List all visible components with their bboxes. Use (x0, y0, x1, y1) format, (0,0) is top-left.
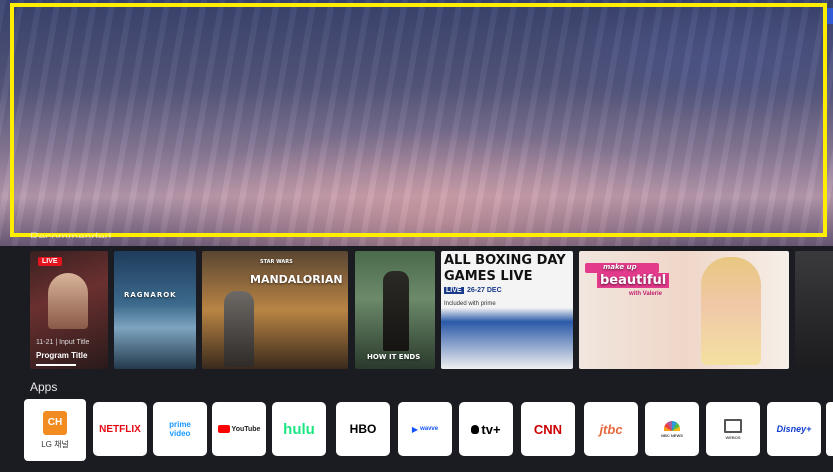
app-tile-nbc-news[interactable]: NBC NEWS (645, 402, 699, 456)
web-browser-icon: WEBOS (725, 434, 741, 440)
character-figure (224, 291, 254, 367)
app-tile-wavve[interactable]: ▶ wavve (398, 402, 452, 456)
poster-title: MANDALORIAN (250, 273, 343, 286)
app-tile-partial[interactable] (826, 402, 833, 456)
hulu-icon: hulu (283, 420, 315, 438)
cnn-icon: CNN (533, 421, 563, 437)
poster-title: RAGNAROK (124, 291, 177, 299)
character-figure (383, 271, 409, 351)
app-tile-lg-channels[interactable]: CH LG 채널 (24, 399, 86, 461)
poster-subtitle: make up (603, 263, 637, 271)
app-tile-prime-video[interactable]: prime video (153, 402, 207, 456)
focus-highlight-frame (10, 3, 827, 237)
app-logo-text: CH (47, 417, 63, 428)
jtbc-icon: jtbc (599, 421, 623, 437)
recommended-row: LIVE 11-21 | Input Title Program Title R… (0, 248, 833, 373)
poster-title: HOW IT ENDS (367, 353, 421, 361)
recommended-label: Recommended (30, 230, 112, 238)
poster-title-line-1: ALL BOXING DAY (444, 253, 566, 268)
youtube-play-icon (217, 425, 230, 433)
app-tile-cnn[interactable]: CNN (521, 402, 575, 456)
match-dates: 26-27 DEC (467, 287, 502, 294)
app-name: LG 채널 (41, 439, 69, 449)
poster-card-mandalorian[interactable]: STAR WARS MANDALORIAN (202, 251, 348, 369)
wavve-icon: wavve (420, 426, 439, 432)
host-line: with Valerie (629, 291, 663, 297)
wavve-play-icon: ▶ (411, 424, 419, 434)
app-tile-hbo[interactable]: HBO (336, 402, 390, 456)
apple-tv-icon: tv+ (481, 421, 501, 437)
program-title: Program Title (36, 351, 88, 360)
poster-card-how-it-ends[interactable]: HOW IT ENDS (355, 251, 435, 369)
app-tile-youtube[interactable]: YouTube (212, 402, 266, 456)
prime-note: Included with prime (444, 301, 496, 307)
program-time: 11-21 | Input Title (36, 339, 90, 346)
poster-title: beautiful (597, 273, 670, 288)
hero-banner[interactable]: Recommended (0, 0, 833, 246)
disney-plus-icon: Disney+ (776, 424, 812, 434)
poster-card-boxing-day[interactable]: ALL BOXING DAY GAMES LIVE LIVE 26-27 DEC… (441, 251, 573, 369)
peacock-icon (664, 420, 680, 431)
program-progress-bar (36, 364, 76, 366)
poster-card-make-up-beautiful[interactable]: make up beautiful with Valerie (579, 251, 789, 369)
prime-video-icon: prime video (169, 420, 191, 438)
apple-icon (471, 424, 480, 434)
host-image (701, 257, 761, 365)
app-tile-hulu[interactable]: hulu (272, 402, 326, 456)
app-tile-jtbc[interactable]: jtbc (584, 402, 638, 456)
live-channel-card[interactable]: LIVE 11-21 | Input Title Program Title (30, 251, 108, 369)
nbc-news-icon: NBC NEWS (661, 432, 683, 438)
app-tile-apple-tv[interactable]: tv+ (459, 402, 513, 456)
youtube-icon: YouTube (231, 425, 261, 433)
lg-channels-icon: CH (43, 410, 67, 435)
live-badge: LIVE (444, 287, 464, 294)
hbo-icon: HBO (349, 422, 377, 436)
poster-card-partial[interactable] (795, 251, 833, 369)
presenter-image (48, 273, 88, 329)
poster-subtitle: STAR WARS (260, 259, 293, 265)
app-tile-web-browser[interactable]: WEBOS (706, 402, 760, 456)
app-tile-disney-plus[interactable]: Disney+ (767, 402, 821, 456)
netflix-icon: NETFLIX (99, 423, 141, 435)
app-tile-netflix[interactable]: NETFLIX (93, 402, 147, 456)
apps-section-label: Apps (30, 380, 58, 394)
live-badge: LIVE (38, 257, 62, 266)
poster-title-line-2: GAMES LIVE (444, 269, 533, 284)
monitor-icon (724, 418, 742, 433)
poster-card-ragnarok[interactable]: RAGNAROK (114, 251, 196, 369)
